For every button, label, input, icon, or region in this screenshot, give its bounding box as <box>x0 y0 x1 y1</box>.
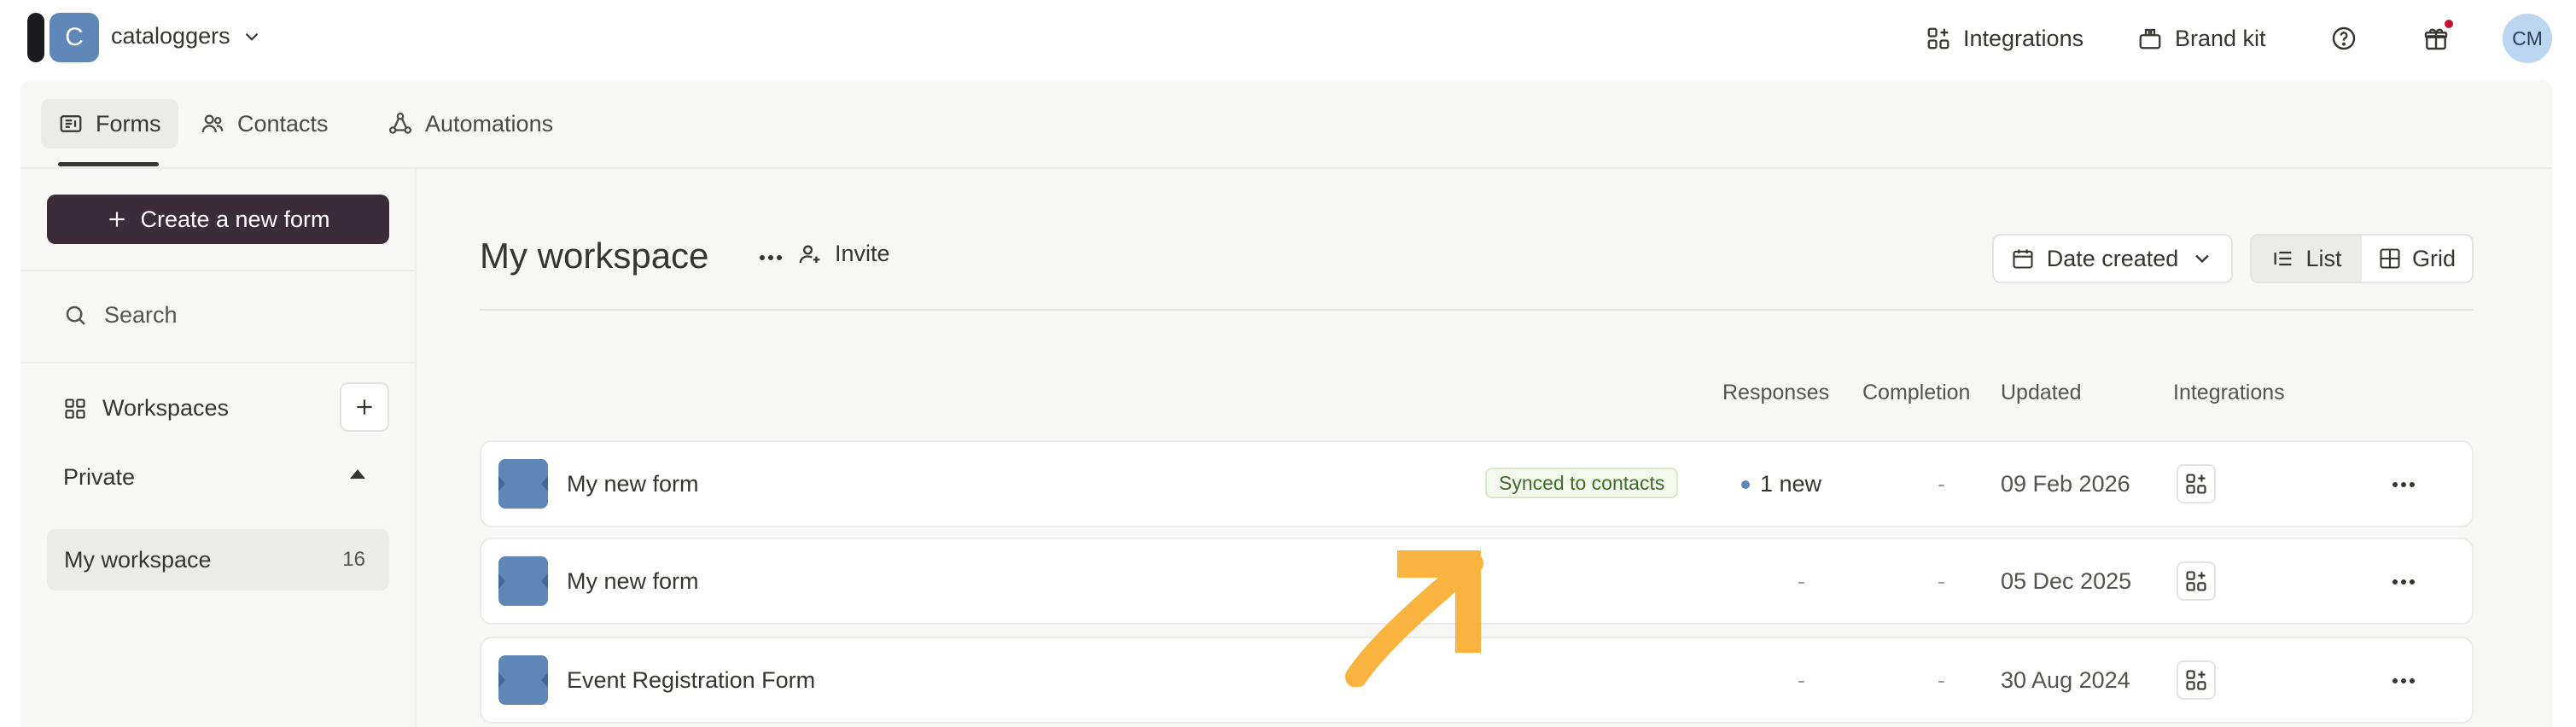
integrations-icon <box>1927 27 1949 49</box>
private-section-label[interactable]: Private <box>63 464 135 491</box>
workspaces-heading: Workspaces <box>63 395 229 422</box>
active-tab-indicator <box>58 162 159 166</box>
tab-contacts[interactable]: Contacts <box>183 99 346 148</box>
sidebar-item-my-workspace[interactable]: My workspace 16 <box>47 529 389 590</box>
forms-icon <box>60 115 82 132</box>
main-tabs: Forms Contacts Automations <box>20 80 2552 169</box>
annotation-arrow-icon <box>1345 550 1483 687</box>
sidebar: Create a new form Search Workspaces Priv… <box>20 169 417 727</box>
integrations-button[interactable] <box>2177 660 2216 700</box>
form-thumbnail <box>498 556 548 606</box>
search-icon <box>66 305 85 325</box>
user-avatar[interactable]: CM <box>2503 14 2552 63</box>
add-user-icon <box>799 245 820 263</box>
brand-kit-link[interactable]: Brand kit <box>2137 0 2266 77</box>
workspaces-label: Workspaces <box>102 395 230 421</box>
form-thumbnail <box>498 655 548 705</box>
sidebar-item-label: My workspace <box>64 546 212 573</box>
updated-date: 09 Feb 2026 <box>2001 471 2130 497</box>
integrations-label: Integrations <box>1963 25 2084 51</box>
form-row[interactable]: My new form Synced to contacts 1 new - 0… <box>480 440 2474 527</box>
create-form-label: Create a new form <box>140 206 330 232</box>
invite-label: Invite <box>835 241 890 266</box>
list-label: List <box>2305 245 2342 271</box>
tab-label: Automations <box>425 110 554 137</box>
brand-kit-label: Brand kit <box>2175 25 2266 51</box>
header-divider <box>480 309 2474 311</box>
add-workspace-button[interactable] <box>340 382 389 432</box>
more-options-icon[interactable] <box>2387 474 2421 495</box>
integrations-link[interactable]: Integrations <box>1926 0 2084 77</box>
gift-icon <box>2424 28 2448 50</box>
help-button[interactable] <box>2325 20 2363 57</box>
completion-value: - <box>1938 568 1945 594</box>
integrations-button[interactable] <box>2177 561 2216 601</box>
responses-value: - <box>1798 568 1805 594</box>
plus-icon <box>357 399 372 415</box>
app-logo[interactable] <box>27 13 44 62</box>
list-view-button[interactable]: List <box>2252 236 2362 282</box>
sidebar-search[interactable]: Search <box>20 270 415 364</box>
new-indicator-dot <box>1741 480 1750 489</box>
automations-icon <box>389 113 411 134</box>
form-thumbnail <box>498 459 548 509</box>
more-options-icon[interactable] <box>754 247 788 268</box>
notification-dot <box>2445 20 2453 28</box>
chevron-down-icon <box>245 32 258 41</box>
view-toggle: List Grid <box>2250 234 2474 283</box>
integrations-icon <box>2186 670 2206 690</box>
responses-value: - <box>1798 667 1805 693</box>
tab-automations[interactable]: Automations <box>370 99 570 148</box>
form-name: My new form <box>567 568 699 594</box>
plus-icon <box>109 212 125 227</box>
synced-badge: Synced to contacts <box>1485 468 1679 498</box>
integrations-icon <box>2186 571 2206 591</box>
grid-icon <box>65 398 85 419</box>
more-options-icon[interactable] <box>2387 572 2421 592</box>
updated-date: 05 Dec 2025 <box>2001 568 2132 594</box>
updated-date: 30 Aug 2024 <box>2001 667 2130 693</box>
tab-forms[interactable]: Forms <box>41 99 178 148</box>
workspace-avatar[interactable]: C <box>50 13 99 62</box>
integrations-icon <box>2186 474 2206 494</box>
sort-label: Date created <box>2046 245 2179 271</box>
column-header-responses[interactable]: Responses <box>1722 381 1829 405</box>
calendar-icon <box>2013 249 2033 269</box>
grid-view-button[interactable]: Grid <box>2362 236 2472 282</box>
sort-dropdown[interactable]: Date created <box>1992 234 2233 283</box>
grid-icon <box>2380 248 2400 269</box>
column-header-updated[interactable]: Updated <box>2001 381 2082 405</box>
whats-new-button[interactable] <box>2417 20 2455 57</box>
workspace-switcher[interactable]: cataloggers <box>111 23 263 49</box>
collapse-caret-icon[interactable] <box>350 469 365 479</box>
completion-value: - <box>1938 471 1945 497</box>
chevron-down-icon <box>2195 254 2210 264</box>
contacts-icon <box>201 114 224 133</box>
search-label: Search <box>104 302 178 328</box>
tab-label: Forms <box>96 110 161 137</box>
brand-kit-icon <box>2139 28 2161 49</box>
form-name: My new form <box>567 471 699 497</box>
workspace-name: cataloggers <box>111 23 230 49</box>
sidebar-item-count: 16 <box>342 548 365 571</box>
more-options-icon[interactable] <box>2387 671 2421 691</box>
list-icon <box>2274 251 2292 266</box>
responses-cell: 1 new <box>1741 471 1821 497</box>
create-form-button[interactable]: Create a new form <box>47 195 389 244</box>
completion-value: - <box>1938 667 1945 693</box>
help-icon <box>2332 26 2356 50</box>
column-header-completion[interactable]: Completion <box>1862 381 1970 405</box>
form-name: Event Registration Form <box>567 667 816 693</box>
tab-label: Contacts <box>237 110 329 137</box>
invite-button[interactable]: Invite <box>797 241 890 267</box>
page-title: My workspace <box>480 236 709 276</box>
integrations-button[interactable] <box>2177 464 2216 503</box>
top-bar: C cataloggers Integrations Brand kit CM <box>0 0 2576 77</box>
column-header-integrations: Integrations <box>2173 381 2285 404</box>
responses-value: 1 new <box>1760 471 1822 497</box>
grid-label: Grid <box>2411 245 2456 271</box>
app-shell: Forms Contacts Automations Create a new … <box>20 80 2552 727</box>
